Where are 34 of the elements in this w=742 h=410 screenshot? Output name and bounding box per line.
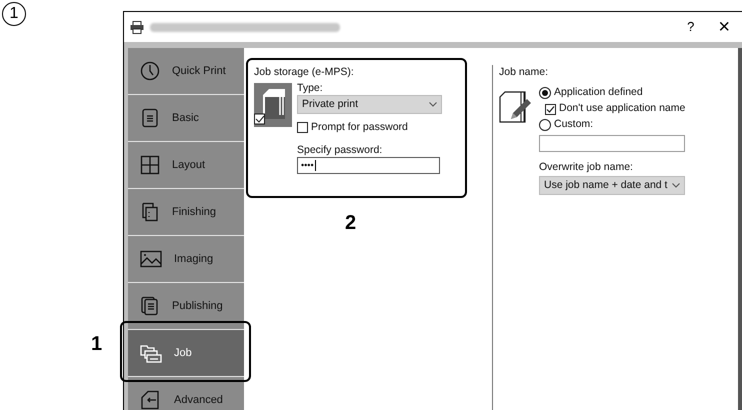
field-label: Specify password: — [297, 142, 384, 157]
checkbox[interactable] — [297, 122, 308, 134]
callout-number: 1 — [91, 332, 102, 357]
password-field[interactable]: •••• — [297, 156, 440, 174]
printer-icon — [130, 20, 144, 34]
section-label: Job storage (e-MPS): — [254, 65, 354, 79]
checkbox[interactable] — [545, 104, 556, 114]
close-button[interactable]: × — [718, 17, 730, 37]
radio-button[interactable] — [539, 87, 551, 99]
radio-label: Application defined — [554, 85, 643, 100]
dropdown[interactable]: Private print — [297, 95, 442, 114]
grid-icon — [140, 155, 160, 175]
field-label: Type: — [297, 81, 324, 95]
chevron-down-icon — [672, 183, 680, 188]
section-label: Job name: — [499, 65, 550, 79]
dropdown[interactable]: Use job name + date and t — [539, 176, 685, 195]
checkbox-label: Don't use application name — [559, 101, 686, 116]
field-label: Overwrite job name: — [539, 160, 634, 174]
pages-icon — [140, 202, 160, 222]
pages-icon — [140, 296, 160, 316]
checkbox-label: Prompt for password — [311, 120, 408, 135]
radio-label: Custom: — [554, 117, 594, 132]
step-number: 1 — [2, 2, 26, 26]
callout-number: 2 — [345, 211, 356, 236]
document-icon — [140, 108, 160, 128]
chevron-down-icon — [429, 102, 437, 107]
radio-button[interactable] — [539, 119, 551, 131]
picture-icon — [140, 250, 162, 268]
folders-icon — [140, 343, 162, 363]
input-field[interactable] — [539, 135, 685, 152]
sidebar-tab[interactable]: Job — [128, 330, 244, 377]
help-button[interactable]: ? — [687, 17, 694, 37]
clock-icon — [140, 61, 160, 81]
job-storage-drawing — [254, 83, 292, 127]
